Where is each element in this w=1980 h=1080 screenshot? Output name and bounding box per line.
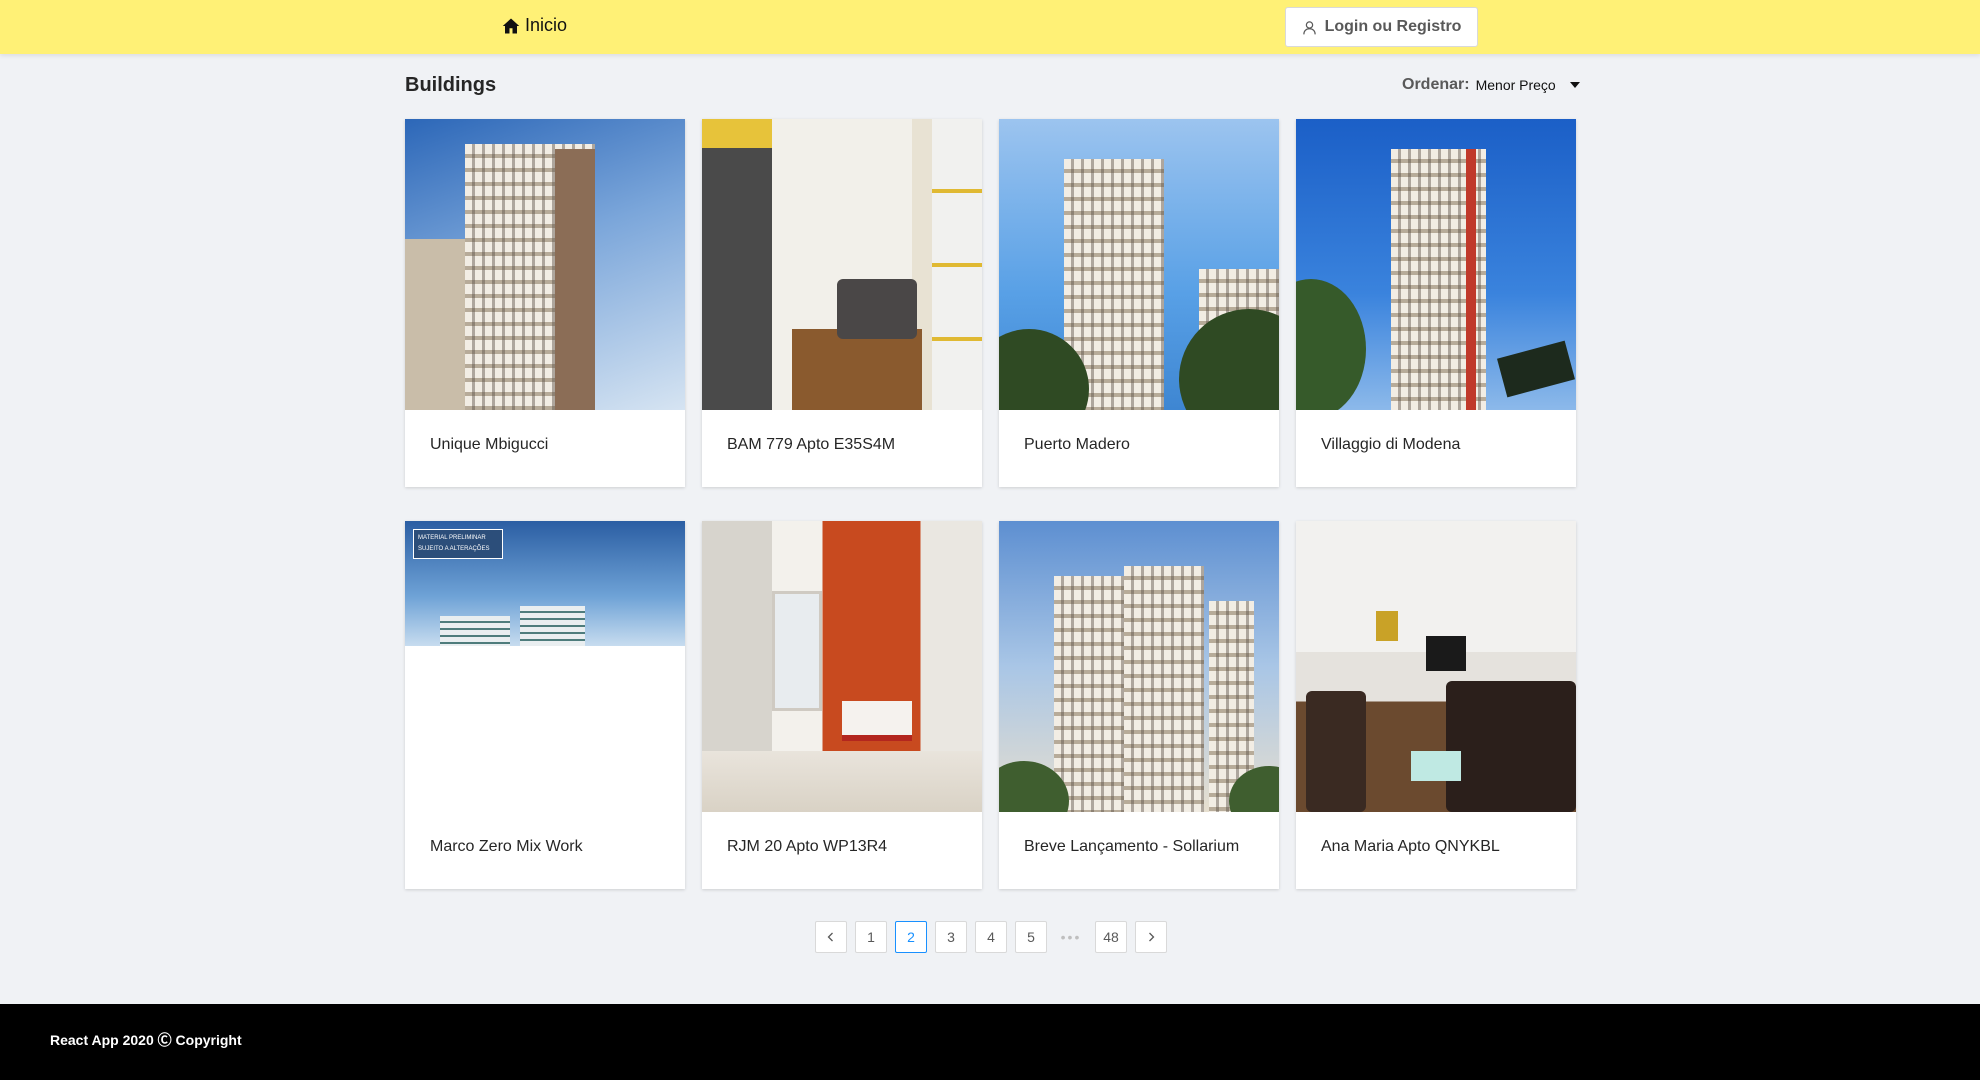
next-page-button[interactable]	[1135, 921, 1167, 953]
listing-image	[702, 119, 982, 410]
listing-card[interactable]: BAM 779 Apto E35S4M	[702, 119, 982, 487]
sort-label: Ordenar:	[1402, 76, 1470, 93]
pagination: 1 2 3 4 5 ••• 48	[815, 921, 1167, 953]
listing-card[interactable]: Ana Maria Apto QNYKBL	[1296, 521, 1576, 889]
listing-card[interactable]: RJM 20 Apto WP13R4	[702, 521, 982, 889]
listing-image	[1296, 521, 1576, 812]
chevron-right-icon	[1149, 932, 1155, 942]
listing-title: RJM 20 Apto WP13R4	[727, 838, 888, 855]
sort-value: Menor Preço	[1475, 77, 1556, 93]
listing-grid: Unique Mbigucci BAM 779 Apto E35S4M Puer…	[405, 119, 1576, 889]
login-register-button[interactable]: Login ou Registro	[1285, 7, 1478, 47]
listing-title: Marco Zero Mix Work	[430, 838, 583, 855]
listing-card[interactable]: MATERIAL PRELIMINAR SUJEITO A ALTERAÇÕES…	[405, 521, 685, 889]
login-label: Login ou Registro	[1324, 18, 1462, 35]
page-button-5[interactable]: 5	[1015, 921, 1047, 953]
user-icon	[1302, 20, 1316, 34]
page-button-3[interactable]: 3	[935, 921, 967, 953]
page-button-2[interactable]: 2	[895, 921, 927, 953]
top-navbar: Inicio Login ou Registro	[0, 0, 1980, 54]
listing-card[interactable]: Villaggio di Modena	[1296, 119, 1576, 487]
home-icon	[502, 18, 520, 33]
listing-title: Ana Maria Apto QNYKBL	[1321, 838, 1500, 855]
home-link[interactable]: Inicio	[502, 15, 567, 36]
listing-title: Unique Mbigucci	[430, 436, 549, 453]
listing-image	[999, 119, 1279, 410]
listing-card[interactable]: Puerto Madero	[999, 119, 1279, 487]
sort-control: Ordenar: Menor Preço	[1402, 76, 1580, 94]
preliminary-material-tag: MATERIAL PRELIMINAR SUJEITO A ALTERAÇÕES	[413, 529, 503, 559]
listing-title: Puerto Madero	[1024, 436, 1130, 453]
page-button-4[interactable]: 4	[975, 921, 1007, 953]
listing-title: Breve Lançamento - Sollarium	[1024, 838, 1240, 855]
chevron-left-icon	[827, 932, 833, 942]
page-button-48[interactable]: 48	[1095, 921, 1127, 953]
listing-title: Villaggio di Modena	[1321, 436, 1461, 453]
copyright-text: React App 2020 Ⓒ Copyright	[50, 1032, 242, 1048]
previous-page-button[interactable]	[815, 921, 847, 953]
listing-image: MATERIAL PRELIMINAR SUJEITO A ALTERAÇÕES	[405, 521, 685, 812]
listing-card[interactable]: Breve Lançamento - Sollarium	[999, 521, 1279, 889]
caret-down-icon	[1569, 82, 1580, 88]
listing-image	[999, 521, 1279, 812]
page-button-1[interactable]: 1	[855, 921, 887, 953]
listing-title: BAM 779 Apto E35S4M	[727, 436, 896, 453]
sort-select[interactable]: Menor Preço	[1476, 77, 1580, 93]
listing-image	[702, 521, 982, 812]
jump-next-ellipsis[interactable]: •••	[1055, 921, 1087, 953]
page-title: Buildings	[405, 74, 497, 96]
listing-image	[1296, 119, 1576, 410]
listing-card[interactable]: Unique Mbigucci	[405, 119, 685, 487]
listing-image	[405, 119, 685, 410]
footer: React App 2020 Ⓒ Copyright	[0, 1004, 1980, 1080]
home-label: Inicio	[525, 15, 568, 35]
